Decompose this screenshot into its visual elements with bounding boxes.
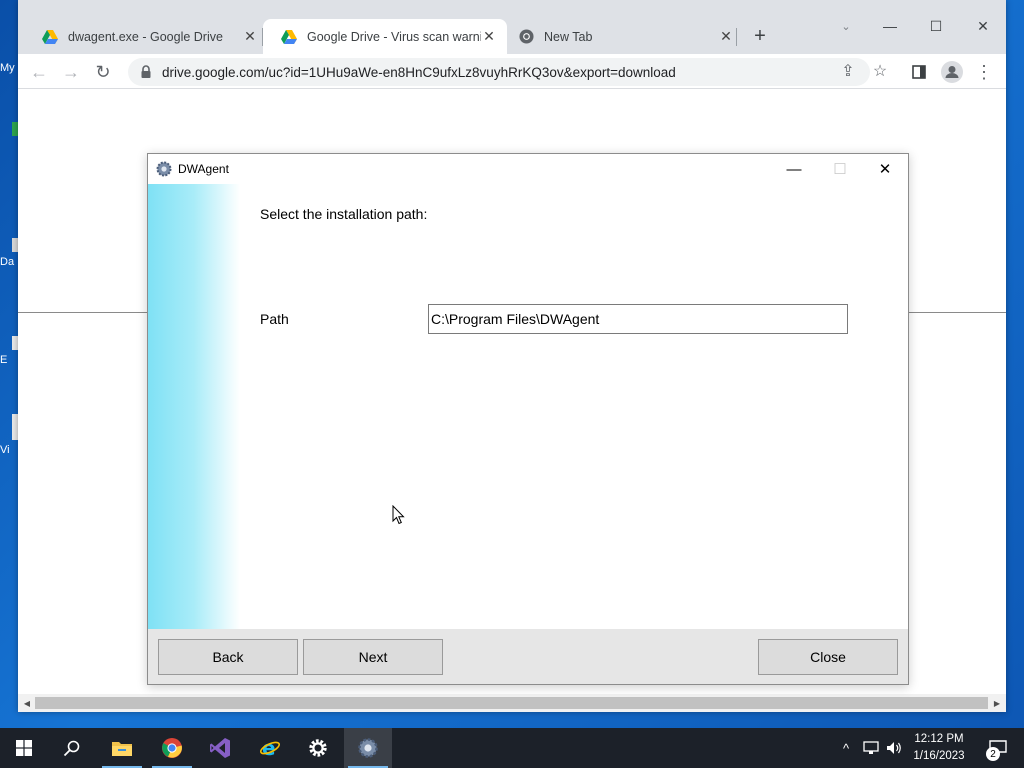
dialog-side-banner — [148, 184, 240, 629]
dialog-title: DWAgent — [178, 162, 229, 176]
chrome-icon — [518, 29, 534, 45]
dialog-close-icon[interactable]: ✕ — [862, 154, 908, 184]
windows-logo-icon — [16, 740, 32, 756]
bookmark-star-icon[interactable]: ☆ — [868, 59, 892, 83]
desktop-icon-label: My — [0, 62, 15, 74]
google-drive-icon — [42, 29, 58, 45]
new-tab-button[interactable]: + — [748, 24, 772, 48]
desktop-icon-da[interactable]: Da — [0, 238, 18, 268]
desktop-icon-my[interactable]: My — [0, 58, 18, 74]
chrome-icon — [162, 738, 182, 758]
desktop-icon-label: E — [0, 354, 8, 366]
dwagent-icon — [358, 738, 378, 758]
address-bar[interactable]: drive.google.com/uc?id=1UHu9aWe-en8HnC9u… — [128, 58, 870, 86]
path-input[interactable] — [428, 304, 848, 334]
browser-toolbar: ← → ↻ drive.google.com/uc?id=1UHu9aWe-en… — [18, 54, 1006, 89]
tab-title: dwagent.exe - Google Drive — [68, 29, 223, 44]
clock-date: 1/16/2023 — [913, 750, 965, 762]
profile-avatar-icon[interactable] — [939, 59, 965, 85]
forward-arrow-icon[interactable]: → — [58, 59, 84, 85]
path-label: Path — [260, 311, 289, 327]
install-path-heading: Select the installation path: — [260, 206, 428, 222]
settings-icon — [309, 739, 327, 757]
notifications-button[interactable]: 2 — [978, 728, 1018, 768]
back-arrow-icon[interactable]: ← — [26, 59, 52, 85]
back-button[interactable]: Back — [158, 639, 298, 675]
tab-divider — [736, 28, 737, 46]
lock-icon — [140, 65, 152, 79]
scroll-right-icon[interactable]: ▶ — [992, 698, 1002, 708]
taskbar-dwagent[interactable] — [344, 728, 392, 768]
desktop-icon-vi[interactable]: Vi — [0, 414, 18, 456]
minimize-button[interactable]: — — [867, 12, 913, 40]
maximize-button[interactable]: ☐ — [913, 12, 959, 40]
dialog-footer: Back Next Close — [148, 629, 908, 684]
dialog-maximize-button: ☐ — [833, 161, 847, 178]
taskbar-chrome[interactable] — [148, 728, 196, 768]
tab-title: New Tab — [544, 29, 593, 44]
tab-title: Google Drive - Virus scan warnin — [307, 29, 481, 44]
dwagent-dialog: DWAgent — ☐ ✕ Select the installation pa… — [147, 153, 909, 685]
internet-explorer-icon: e — [259, 737, 281, 759]
menu-kebab-icon[interactable]: ⋮ — [971, 59, 997, 85]
reload-icon[interactable]: ↻ — [90, 59, 116, 85]
tab-search-icon[interactable]: ⌄ — [836, 16, 856, 36]
side-panel-icon[interactable] — [906, 59, 932, 85]
network-icon[interactable] — [860, 728, 882, 768]
url-text: drive.google.com/uc?id=1UHu9aWe-en8HnC9u… — [162, 64, 676, 80]
svg-text:e: e — [262, 737, 276, 759]
horizontal-scrollbar[interactable]: ◀ ▶ — [18, 694, 1006, 712]
close-button[interactable]: Close — [758, 639, 898, 675]
taskbar-settings[interactable] — [294, 728, 342, 768]
desktop-icon-label: Da — [0, 256, 15, 268]
tray-chevron-up-icon[interactable]: ^ — [836, 728, 856, 768]
scroll-left-icon[interactable]: ◀ — [22, 698, 32, 708]
taskbar: e ^ 12:12 PM 1/16/2023 2 — [0, 728, 1024, 768]
mouse-cursor-icon — [392, 505, 405, 525]
close-icon[interactable]: ✕ — [242, 28, 258, 45]
taskbar-internet-explorer[interactable]: e — [246, 728, 294, 768]
next-button[interactable]: Next — [303, 639, 443, 675]
dwagent-gear-icon — [156, 161, 172, 177]
close-icon[interactable]: ✕ — [718, 28, 734, 45]
tab-dwagent-exe[interactable]: dwagent.exe - Google Drive ✕ — [24, 19, 268, 54]
desktop-icon-label: Vi — [0, 444, 10, 456]
visual-studio-icon — [210, 738, 230, 758]
tab-new-tab[interactable]: New Tab ✕ — [500, 19, 744, 54]
share-icon[interactable]: ⇪ — [836, 59, 860, 83]
tab-bar: dwagent.exe - Google Drive ✕ Google Driv… — [18, 0, 1006, 54]
notification-count-badge: 2 — [986, 747, 1000, 761]
taskbar-file-explorer[interactable] — [98, 728, 146, 768]
file-explorer-icon — [112, 742, 132, 756]
desktop-icon-e[interactable]: E — [0, 336, 18, 366]
taskbar-clock[interactable]: 12:12 PM 1/16/2023 — [904, 731, 974, 765]
dialog-minimize-button[interactable]: — — [771, 154, 817, 184]
volume-icon[interactable] — [883, 728, 905, 768]
scrollbar-thumb[interactable] — [35, 697, 988, 709]
search-button[interactable] — [48, 728, 96, 768]
start-button[interactable] — [0, 728, 48, 768]
desktop-icon-green[interactable] — [0, 122, 18, 136]
tab-virus-scan-warning[interactable]: Google Drive - Virus scan warnin ✕ — [263, 19, 507, 54]
window-close-button[interactable]: ✕ — [960, 12, 1006, 40]
google-drive-icon — [281, 29, 297, 45]
search-icon — [63, 740, 80, 757]
taskbar-visual-studio[interactable] — [196, 728, 244, 768]
clock-time: 12:12 PM — [914, 733, 964, 745]
dialog-titlebar[interactable]: DWAgent — ☐ ✕ — [148, 154, 908, 184]
close-icon[interactable]: ✕ — [481, 28, 497, 45]
